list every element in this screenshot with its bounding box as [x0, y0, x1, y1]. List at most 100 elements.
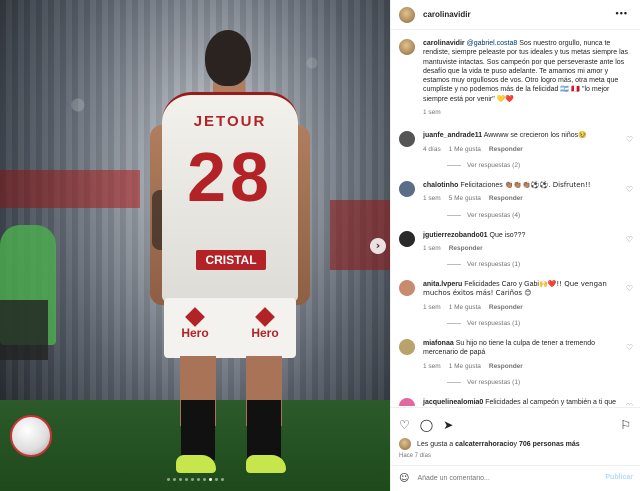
- carousel-dot[interactable]: [172, 478, 176, 481]
- reply-button[interactable]: Responder: [489, 304, 523, 311]
- next-slide-button[interactable]: ›: [370, 238, 386, 254]
- view-replies-button[interactable]: Ver respuestas (4): [447, 212, 633, 219]
- comment-items: juanfe_andrade11 Awwww se crecieron los …: [399, 131, 633, 406]
- comment-time: 1 sem: [423, 303, 441, 311]
- referee-shorts: [0, 300, 48, 360]
- post-media[interactable]: JETOUR 28 CRISTAL Hero Hero ›: [0, 0, 390, 491]
- bookmark-icon[interactable]: ⚐: [620, 418, 631, 432]
- comment-likes[interactable]: 1 Me gusta: [449, 363, 481, 370]
- comment-time: 1 sem: [423, 195, 441, 203]
- carousel-dot[interactable]: [196, 478, 200, 481]
- post-caption: carolinavidir @gabriel.costa8 Sos nuestr…: [399, 39, 633, 117]
- commenter-username[interactable]: juanfe_andrade11: [423, 132, 482, 139]
- comment-time: 4 días: [423, 145, 441, 153]
- commenter-avatar[interactable]: [399, 230, 415, 247]
- commenter-username[interactable]: anita.lvperu: [423, 281, 462, 288]
- comment-composer: ☺ Publicar: [391, 465, 640, 491]
- likes-user[interactable]: calcaterrahoracio: [455, 441, 513, 448]
- commenter-avatar[interactable]: [399, 180, 415, 197]
- comment-body: Que iso???: [489, 231, 526, 239]
- jersey-number: 28: [187, 138, 273, 216]
- commenter-avatar[interactable]: [399, 339, 415, 356]
- comment-like-heart-icon[interactable]: ♡: [626, 284, 633, 293]
- carousel-dot[interactable]: [202, 478, 206, 481]
- view-replies-button[interactable]: Ver respuestas (1): [447, 320, 633, 327]
- commenter-username[interactable]: jacquelinealomia0: [423, 399, 483, 406]
- caption-mention[interactable]: @gabriel.costa8: [467, 40, 518, 47]
- jersey-sponsor: JETOUR: [193, 113, 267, 130]
- commenter-username[interactable]: jgutierrezobando01: [423, 232, 488, 239]
- comment-like-heart-icon[interactable]: ♡: [626, 343, 633, 352]
- reply-button[interactable]: Responder: [449, 245, 483, 252]
- stadium-banner: [0, 170, 140, 208]
- likes-count[interactable]: 706 personas más: [519, 441, 580, 448]
- comment-item: miafonaa Su hijo no tiene la culpa de te…: [399, 339, 633, 371]
- comment-time: 1 sem: [423, 244, 441, 252]
- carousel-dot[interactable]: [214, 478, 218, 481]
- comment-like-heart-icon[interactable]: ♡: [626, 135, 633, 144]
- like-heart-icon[interactable]: ♡: [399, 418, 410, 432]
- comment-body: Awwww se crecieron los niños: [483, 132, 579, 140]
- post-comment-button[interactable]: Publicar: [605, 474, 633, 481]
- comment-meta: 4 días 1 Me gusta Responder: [423, 145, 623, 154]
- carousel-dot[interactable]: [190, 478, 194, 481]
- view-replies-button[interactable]: Ver respuestas (1): [447, 379, 633, 386]
- shorts-sponsor-text: Hero: [251, 326, 279, 340]
- view-replies-button[interactable]: Ver respuestas (1): [447, 261, 633, 268]
- author-avatar[interactable]: [399, 6, 415, 23]
- carousel-dot[interactable]: [208, 478, 212, 481]
- player-right-sock: [247, 400, 281, 460]
- more-options-icon[interactable]: •••: [616, 8, 628, 18]
- player-shorts: Hero Hero: [164, 298, 296, 358]
- share-icon[interactable]: ➤: [443, 418, 453, 432]
- football: [10, 415, 52, 457]
- likes-mid: y: [513, 440, 518, 448]
- player-left-boot: [176, 455, 216, 473]
- caption-time: 1 sem: [423, 109, 441, 117]
- author-username[interactable]: carolinavidir: [423, 10, 471, 19]
- carousel-dot[interactable]: [184, 478, 188, 481]
- caption-hearts: 💛❤️: [496, 94, 515, 103]
- comment-likes[interactable]: 5 Me gusta: [449, 195, 481, 202]
- commenter-username[interactable]: chalotinho: [423, 182, 458, 189]
- comment-item: juanfe_andrade11 Awwww se crecieron los …: [399, 131, 633, 154]
- comments-list[interactable]: carolinavidir @gabriel.costa8 Sos nuestr…: [391, 31, 640, 406]
- comment-body: Felicidades Caro y Gabi: [464, 281, 539, 289]
- carousel-dot[interactable]: [166, 478, 170, 481]
- caption-meta: 1 sem: [423, 108, 633, 117]
- commenter-avatar[interactable]: [399, 397, 415, 406]
- reply-button[interactable]: Responder: [489, 146, 523, 153]
- comment-text-block: chalotinho Felicitaciones 👏🏽👏🏽👏🏽⚽⚽. Disf…: [423, 181, 623, 204]
- post-date: Hace 7 días: [399, 453, 432, 459]
- caption-text-block: carolinavidir @gabriel.costa8 Sos nuestr…: [423, 39, 633, 117]
- likes-prefix: Les gusta a: [417, 440, 454, 448]
- likes-summary: Les gusta a calcaterrahoracio y 706 pers…: [399, 438, 633, 450]
- carousel-dot[interactable]: [178, 478, 182, 481]
- liker-avatar[interactable]: [399, 438, 411, 450]
- comment-like-heart-icon[interactable]: ♡: [626, 185, 633, 194]
- hero-logo-icon: [255, 307, 275, 327]
- comment-input[interactable]: [417, 475, 598, 482]
- commenter-avatar[interactable]: [399, 280, 415, 297]
- action-icons: ♡ ◯ ➤: [399, 418, 633, 432]
- comment-likes[interactable]: 1 Me gusta: [449, 146, 481, 153]
- emoji-picker-icon[interactable]: ☺: [399, 473, 409, 484]
- comment-like-heart-icon[interactable]: ♡: [626, 235, 633, 244]
- comment-like-heart-icon[interactable]: ♡: [626, 402, 633, 406]
- comment-meta: 1 sem Responder: [423, 244, 623, 253]
- jersey-chest-sponsor: CRISTAL: [196, 250, 266, 270]
- player-head: [205, 30, 251, 86]
- player-right-boot: [246, 455, 286, 473]
- comment-text-block: juanfe_andrade11 Awwww se crecieron los …: [423, 131, 623, 154]
- player-left-sock: [181, 400, 215, 460]
- carousel-dot[interactable]: [220, 478, 224, 481]
- comment-icon[interactable]: ◯: [420, 418, 433, 432]
- view-replies-button[interactable]: Ver respuestas (2): [447, 162, 633, 169]
- commenter-avatar[interactable]: [399, 131, 415, 148]
- caption-avatar[interactable]: [399, 39, 415, 55]
- commenter-username[interactable]: miafonaa: [423, 340, 454, 347]
- caption-username[interactable]: carolinavidir: [423, 40, 465, 47]
- comment-likes[interactable]: 1 Me gusta: [449, 304, 481, 311]
- reply-button[interactable]: Responder: [489, 195, 523, 202]
- reply-button[interactable]: Responder: [489, 363, 523, 370]
